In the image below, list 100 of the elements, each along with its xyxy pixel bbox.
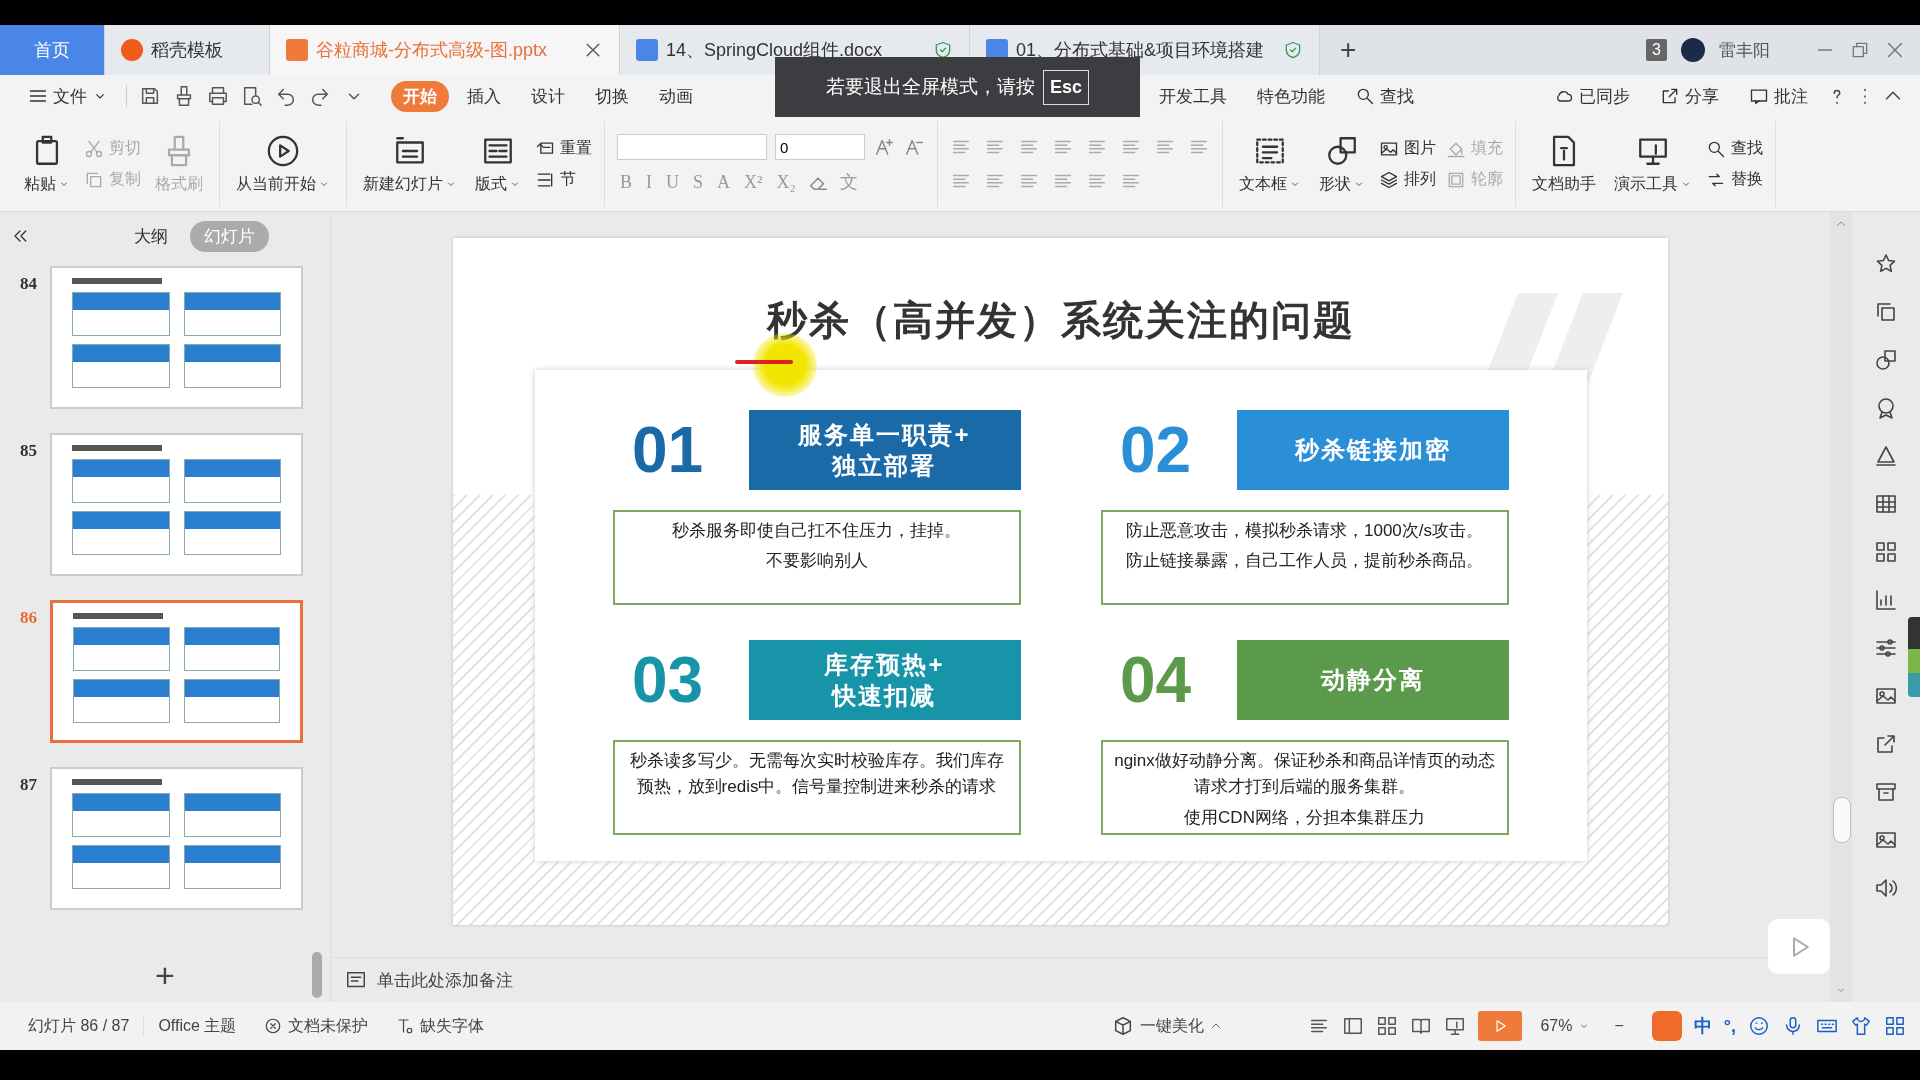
ribbon-button[interactable]: 文档助手	[1528, 131, 1600, 197]
body-text: 不要影响别人	[764, 550, 869, 573]
input-method-item[interactable]: 中	[1693, 1014, 1712, 1038]
menu-tab[interactable]: 插入	[455, 80, 513, 112]
theme-name[interactable]: Office 主题	[144, 1015, 251, 1037]
body-text: 秒杀服务即使自己扛不住压力，挂掉。	[671, 520, 962, 542]
body-text: 防止恶意攻击，模拟秒杀请求，1000次/s攻击。	[1124, 520, 1484, 542]
ribbon-button[interactable]: 重置	[535, 138, 592, 159]
font-grow-icon[interactable]	[873, 136, 895, 158]
slide-thumbnail[interactable]	[50, 767, 303, 910]
triangle-icon[interactable]	[1874, 444, 1898, 468]
play-icon	[266, 133, 300, 168]
toolbar-action[interactable]: 已同步	[1542, 80, 1642, 112]
body-text: 使用CDN网络，分担本集群压力	[1183, 806, 1426, 829]
slide-number: 86	[20, 607, 38, 628]
shapes-icon[interactable]	[1874, 348, 1898, 372]
slide-title: 秒杀（高并发）系统关注的问题	[766, 297, 1355, 344]
card-heading: 秒杀链接加密	[1236, 410, 1509, 490]
zoom-out-button[interactable]: −	[1608, 1016, 1630, 1036]
protection-status[interactable]: 文档未保护	[250, 1015, 383, 1037]
slide-thumbnail[interactable]	[50, 600, 303, 743]
card-heading: 服务单一职责+ 独立部署	[748, 410, 1021, 490]
esc-key: Esc	[1043, 69, 1089, 105]
toolbar-action[interactable]: 分享	[1648, 80, 1731, 112]
card-number: 03	[630, 643, 705, 717]
presenter-view-icon[interactable]	[1444, 1015, 1467, 1037]
ribbon-button[interactable]: 新建幻灯片	[359, 131, 461, 197]
ribbon-button[interactable]: 图片	[1379, 138, 1436, 159]
ribbon-button[interactable]: 替换	[1706, 169, 1763, 190]
menu-tab[interactable]: 设计	[519, 80, 577, 112]
ribbon-button[interactable]: 演示工具	[1610, 131, 1696, 197]
missing-fonts-button[interactable]: 缺失字体	[382, 1015, 499, 1037]
slide-number: 84	[20, 273, 38, 294]
ribbon-button[interactable]: 形状	[1315, 131, 1369, 197]
shield-icon	[933, 40, 953, 60]
scrollbar-thumb[interactable]	[1833, 797, 1851, 843]
search-button[interactable]: 查找	[1343, 80, 1426, 112]
slideshow-button[interactable]	[1478, 1011, 1523, 1041]
scrollbar-thumb[interactable]	[312, 952, 322, 998]
slide-thumbnail[interactable]	[50, 266, 303, 409]
share-icon	[1660, 86, 1680, 106]
beautify-button[interactable]: 一键美化	[1106, 1014, 1229, 1038]
scissors-icon	[84, 138, 104, 159]
user-name[interactable]: 雷丰阳	[1719, 38, 1770, 62]
sorter-view-icon[interactable]	[1376, 1015, 1399, 1037]
notes-placeholder[interactable]: 单击此处添加备注	[377, 968, 513, 992]
shield-icon	[1283, 40, 1303, 60]
grid-icon[interactable]	[1874, 540, 1898, 564]
card-heading: 库存预热+ 快速扣减	[748, 640, 1021, 720]
share-icon[interactable]	[1874, 732, 1898, 756]
slide-counter: 幻灯片 86 / 87	[14, 1015, 145, 1037]
toolbar-action[interactable]: 批注	[1737, 80, 1820, 112]
search-icon	[1355, 86, 1375, 106]
body-text: 防止链接暴露，自己工作人员，提前秒杀商品。	[1125, 550, 1484, 573]
view-toggle[interactable]: 大纲	[120, 220, 182, 252]
grid-icon[interactable]	[1884, 1015, 1906, 1037]
menu-tab[interactable]: 动画	[647, 80, 705, 112]
normal-view-icon[interactable]	[1342, 1015, 1365, 1037]
card-number: 02	[1118, 413, 1193, 487]
new-tab-button[interactable]: +	[1320, 25, 1377, 75]
shirt-icon[interactable]	[1850, 1015, 1872, 1037]
menu-tab[interactable]: 特色功能	[1245, 80, 1337, 112]
input-method-item[interactable]: °,	[1723, 1015, 1736, 1037]
ribbon-button[interactable]: 版式	[471, 131, 525, 197]
window-count[interactable]: 3	[1646, 39, 1667, 61]
table-icon[interactable]	[1874, 492, 1898, 516]
restore-icon[interactable]	[1850, 40, 1870, 60]
font-name-field[interactable]	[617, 134, 767, 160]
zoom-level[interactable]: 67%	[1534, 1016, 1597, 1036]
font-warning-icon	[396, 1017, 415, 1035]
menu-tab[interactable]: 切换	[583, 80, 641, 112]
save-icon[interactable]	[139, 85, 161, 107]
layers-icon	[1379, 169, 1399, 190]
ribbon-button[interactable]: 节	[535, 169, 592, 190]
ribbon-button[interactable]: 排列	[1379, 169, 1436, 190]
preview-icon[interactable]	[241, 85, 263, 107]
sliders-icon[interactable]	[1874, 636, 1898, 660]
ribbon-button[interactable]: 从当前开始	[232, 131, 334, 197]
printer-icon[interactable]	[207, 85, 229, 107]
menu-tab[interactable]: 开发工具	[1147, 80, 1239, 112]
archive-icon[interactable]	[1874, 780, 1898, 804]
smile-icon[interactable]	[1748, 1015, 1770, 1037]
notice-text: 若要退出全屏模式，请按	[826, 75, 1035, 99]
ribbon-button[interactable]: 粘贴	[20, 131, 74, 197]
card-number: 04	[1118, 643, 1193, 717]
user-avatar[interactable]	[1681, 38, 1705, 62]
font-size-field[interactable]: 0	[775, 134, 865, 160]
card-number: 01	[630, 413, 705, 487]
document-tab[interactable]: 首页	[0, 25, 105, 75]
barchart-icon[interactable]	[1874, 588, 1898, 612]
speaker-icon[interactable]	[1874, 876, 1898, 900]
slide-thumbnail[interactable]	[50, 433, 303, 576]
add-slide-button[interactable]: +	[149, 955, 181, 996]
body-text: nginx做好动静分离。保证秒杀和商品详情页的动态请求才打到后端的服务集群。	[1113, 750, 1496, 799]
ribbon-button[interactable]: 文本框	[1235, 131, 1305, 197]
document-tab[interactable]: 稻壳模板	[105, 25, 270, 75]
body-text: 秒杀读多写少。无需每次实时校验库存。我们库存预热，放到redis中。信号量控制进来秒杀的请求	[628, 750, 1005, 799]
ribbon-button[interactable]: 查找	[1706, 138, 1763, 159]
file-menu[interactable]: 文件	[16, 80, 120, 112]
copy-icon[interactable]	[1874, 300, 1898, 324]
